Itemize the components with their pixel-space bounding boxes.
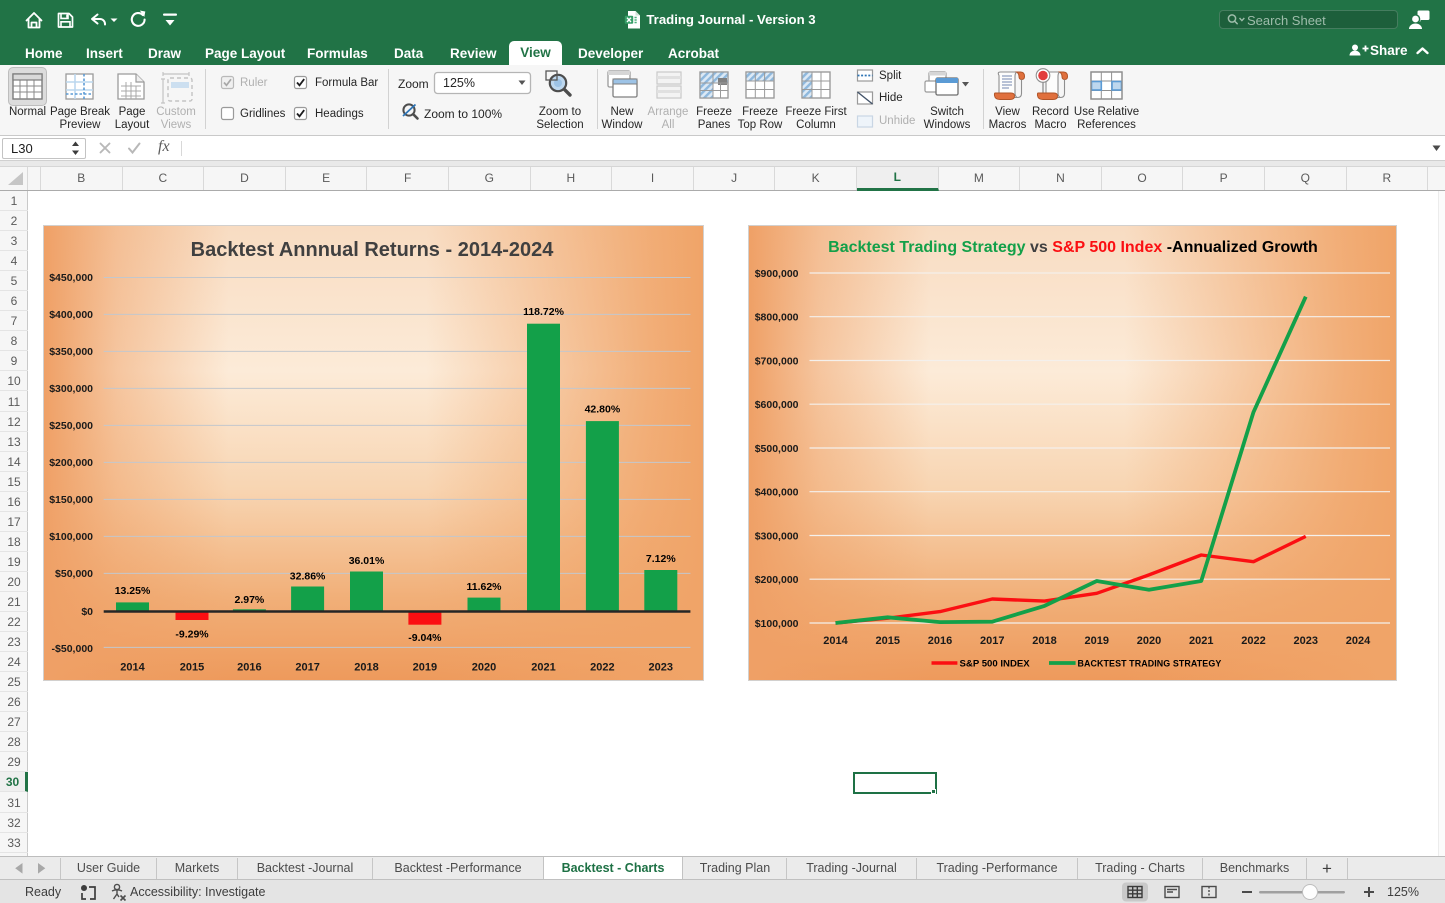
- svg-text:$600,000: $600,000: [755, 399, 799, 411]
- svg-text:2024: 2024: [1346, 635, 1371, 647]
- svg-text:-9.29%: -9.29%: [175, 628, 209, 640]
- svg-text:7.12%: 7.12%: [646, 553, 676, 565]
- svg-text:32.86%: 32.86%: [290, 571, 326, 583]
- svg-text:42.80%: 42.80%: [585, 404, 621, 416]
- svg-text:2.97%: 2.97%: [235, 594, 265, 606]
- svg-text:2015: 2015: [180, 662, 204, 674]
- svg-text:$350,000: $350,000: [49, 346, 93, 358]
- svg-text:$100,000: $100,000: [755, 618, 799, 630]
- svg-text:36.01%: 36.01%: [349, 555, 385, 567]
- svg-text:2021: 2021: [531, 662, 555, 674]
- svg-text:$200,000: $200,000: [49, 457, 93, 469]
- svg-text:$400,000: $400,000: [755, 487, 799, 499]
- svg-text:2020: 2020: [1137, 635, 1161, 647]
- svg-text:$150,000: $150,000: [49, 494, 93, 506]
- svg-text:2017: 2017: [295, 662, 319, 674]
- svg-text:11.62%: 11.62%: [466, 581, 502, 593]
- svg-text:$450,000: $450,000: [49, 272, 93, 284]
- svg-text:-9.04%: -9.04%: [408, 632, 442, 644]
- svg-text:$300,000: $300,000: [49, 383, 93, 395]
- svg-text:$100,000: $100,000: [49, 531, 93, 543]
- svg-text:-$50,000: -$50,000: [52, 643, 94, 655]
- svg-text:2014: 2014: [120, 662, 145, 674]
- svg-text:118.72%: 118.72%: [523, 306, 565, 318]
- svg-text:$200,000: $200,000: [755, 574, 799, 586]
- svg-text:2019: 2019: [413, 662, 437, 674]
- svg-text:2016: 2016: [237, 662, 261, 674]
- svg-text:Backtest Trading Strategy vs S: Backtest Trading Strategy vs S&P 500 Ind…: [828, 239, 1318, 256]
- svg-text:2022: 2022: [1241, 635, 1265, 647]
- svg-text:Backtest Annnual Returns - 201: Backtest Annnual Returns - 2014-2024: [191, 239, 555, 261]
- svg-text:$300,000: $300,000: [755, 531, 799, 543]
- svg-text:$250,000: $250,000: [49, 420, 93, 432]
- svg-text:S&P 500 INDEX: S&P 500 INDEX: [960, 659, 1031, 670]
- svg-text:2016: 2016: [928, 635, 952, 647]
- svg-text:2022: 2022: [590, 662, 614, 674]
- svg-text:2015: 2015: [876, 635, 900, 647]
- svg-text:$900,000: $900,000: [755, 268, 799, 280]
- svg-text:2019: 2019: [1085, 635, 1109, 647]
- svg-text:2020: 2020: [472, 662, 496, 674]
- svg-text:2017: 2017: [980, 635, 1004, 647]
- svg-text:13.25%: 13.25%: [115, 585, 151, 597]
- svg-text:2014: 2014: [823, 635, 848, 647]
- svg-text:$800,000: $800,000: [755, 312, 799, 324]
- svg-text:$0: $0: [81, 606, 93, 618]
- svg-text:$500,000: $500,000: [755, 443, 799, 455]
- svg-text:2023: 2023: [649, 662, 673, 674]
- svg-text:2018: 2018: [354, 662, 378, 674]
- svg-text:2023: 2023: [1294, 635, 1318, 647]
- svg-text:$700,000: $700,000: [755, 356, 799, 368]
- svg-text:2021: 2021: [1189, 635, 1213, 647]
- svg-text:BACKTEST TRADING STRATEGY: BACKTEST TRADING STRATEGY: [1078, 659, 1222, 669]
- svg-text:$50,000: $50,000: [55, 568, 93, 580]
- svg-text:2018: 2018: [1032, 635, 1056, 647]
- svg-text:$400,000: $400,000: [49, 309, 93, 321]
